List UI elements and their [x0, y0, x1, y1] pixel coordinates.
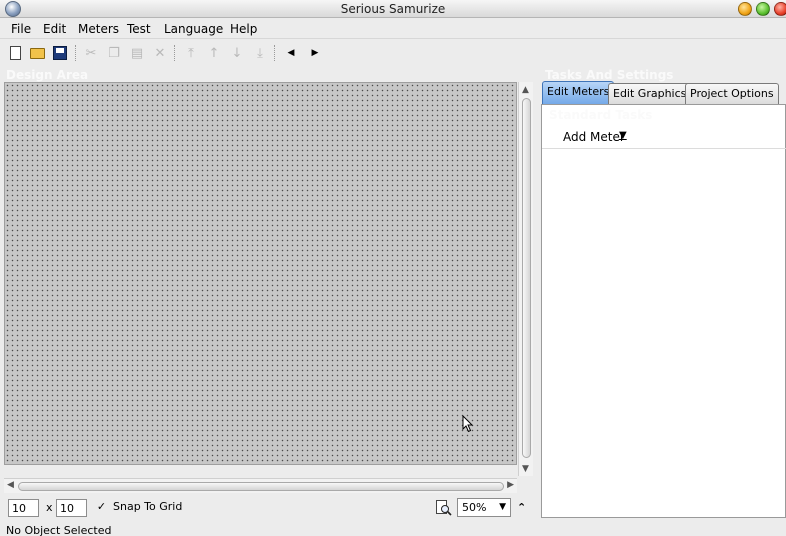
toolbar-separator [75, 45, 76, 61]
save-icon[interactable] [51, 44, 69, 62]
menu-meters[interactable]: Meters [78, 22, 119, 36]
zoom-select[interactable]: 50% ▼ [457, 498, 511, 517]
next-icon[interactable]: ▶ [306, 44, 324, 62]
toolbar-separator [174, 45, 175, 61]
status-text: No Object Selected [6, 524, 112, 536]
delete-icon[interactable]: ✕ [151, 44, 169, 62]
tab-edit-graphics[interactable]: Edit Graphics [608, 83, 692, 104]
snap-to-grid-checkbox[interactable]: ✓ [95, 500, 108, 513]
tasks-settings-title: Tasks And Settings [545, 68, 674, 82]
menu-help[interactable]: Help [230, 22, 257, 36]
grid-width-input[interactable]: 10 [8, 499, 39, 517]
maximize-button[interactable] [756, 2, 770, 16]
toolbar-separator [274, 45, 275, 61]
move-bottom-icon[interactable]: ⤓ [251, 44, 269, 62]
standard-tasks-header: Standard Tasks [549, 108, 653, 122]
minimize-button[interactable] [738, 2, 752, 16]
open-folder-icon[interactable] [28, 44, 46, 62]
paste-icon[interactable]: ▤ [128, 44, 146, 62]
scroll-up-icon[interactable]: ▲ [522, 85, 529, 95]
add-meter-row[interactable]: Add Meter ▼ [542, 125, 786, 149]
move-down-icon[interactable]: ↓ [228, 44, 246, 62]
new-file-icon[interactable] [6, 44, 24, 62]
chevron-down-icon[interactable]: ▼ [499, 502, 506, 512]
menu-bar: File Edit Meters Test Language Help [0, 19, 786, 39]
menu-test[interactable]: Test [127, 22, 151, 36]
tab-content: Standard Tasks Add Meter ▼ [541, 104, 786, 518]
mouse-cursor-icon [462, 415, 474, 433]
vertical-scroll-thumb[interactable] [522, 98, 531, 458]
cut-icon[interactable]: ✂ [82, 44, 100, 62]
snap-to-grid-label: Snap To Grid [113, 500, 183, 513]
status-bar: No Object Selected [0, 521, 786, 536]
horizontal-scrollbar[interactable]: ◀ ▶ [4, 478, 517, 493]
grid-height-input[interactable]: 10 [56, 499, 87, 517]
add-meter-label[interactable]: Add Meter [563, 130, 625, 144]
title-bar: Serious Samurize [0, 0, 786, 18]
toolbar: ✂ ❐ ▤ ✕ ⤒ ↑ ↓ ⤓ ◀ ▶ [0, 40, 786, 66]
horizontal-scroll-thumb[interactable] [18, 482, 504, 491]
design-area-title: Design Area [6, 68, 89, 82]
menu-language[interactable]: Language [164, 22, 223, 36]
window-title: Serious Samurize [340, 2, 446, 16]
add-meter-dropdown-icon[interactable]: ▼ [619, 130, 627, 141]
previous-icon[interactable]: ◀ [282, 44, 300, 62]
move-top-icon[interactable]: ⤒ [182, 44, 200, 62]
preview-icon[interactable] [435, 499, 452, 516]
move-up-icon[interactable]: ↑ [205, 44, 223, 62]
zoom-value: 50% [462, 501, 487, 514]
collapse-icon[interactable]: ⌃ [517, 501, 526, 514]
menu-file[interactable]: File [11, 22, 31, 36]
design-canvas[interactable] [4, 82, 517, 465]
scroll-down-icon[interactable]: ▼ [522, 464, 529, 474]
tab-project-options[interactable]: Project Options [685, 83, 779, 104]
close-button[interactable] [774, 2, 786, 16]
menu-edit[interactable]: Edit [43, 22, 66, 36]
grid-times-label: x [46, 501, 53, 514]
tab-edit-meters[interactable]: Edit Meters [542, 81, 615, 104]
scroll-right-icon[interactable]: ▶ [507, 480, 514, 490]
scroll-left-icon[interactable]: ◀ [7, 480, 14, 490]
copy-icon[interactable]: ❐ [105, 44, 123, 62]
vertical-scrollbar[interactable]: ▲ ▼ [518, 82, 533, 476]
